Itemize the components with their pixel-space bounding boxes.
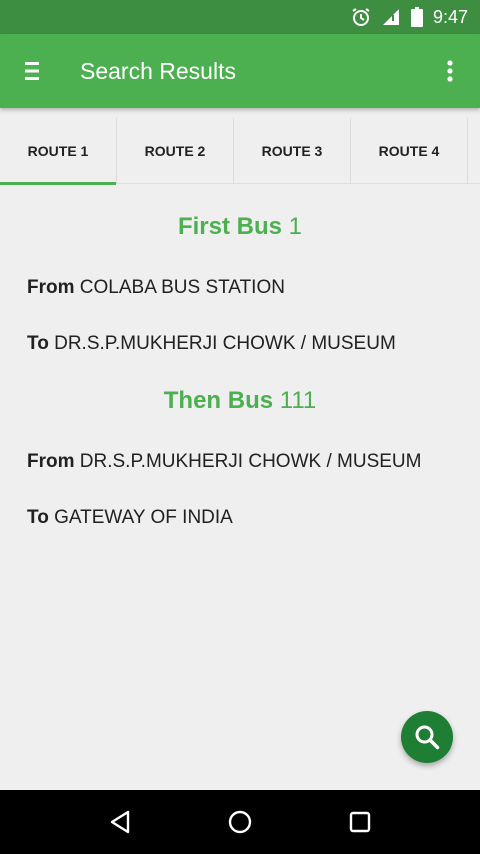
menu-icon xyxy=(25,62,39,80)
system-nav-bar xyxy=(0,790,480,854)
from-label: From xyxy=(27,277,75,298)
menu-button[interactable] xyxy=(0,34,64,108)
back-icon xyxy=(110,810,130,834)
to-stop: GATEWAY OF INDIA xyxy=(54,507,233,528)
back-button[interactable] xyxy=(100,802,140,842)
route-tabs: ROUTE 1 ROUTE 2 ROUTE 3 ROUTE 4 xyxy=(0,118,480,185)
to-label: To xyxy=(27,333,49,354)
tab-route-2[interactable]: ROUTE 2 xyxy=(117,118,234,184)
signal-icon xyxy=(381,7,401,27)
first-bus-from: From COLABA BUS STATION xyxy=(27,277,285,299)
first-bus-to: To DR.S.P.MUKHERJI CHOWK / MUSEUM xyxy=(27,333,396,355)
then-bus-to: To GATEWAY OF INDIA xyxy=(27,507,233,529)
to-label: To xyxy=(27,507,49,528)
recents-button[interactable] xyxy=(340,802,380,842)
tab-route-3[interactable]: ROUTE 3 xyxy=(234,118,351,184)
status-bar: 9:47 xyxy=(0,0,480,34)
first-bus-number: 1 xyxy=(288,213,303,240)
first-bus-heading: First Bus 1 xyxy=(0,213,480,241)
tab-route-4[interactable]: ROUTE 4 xyxy=(351,118,468,184)
recents-icon xyxy=(349,811,371,833)
from-label: From xyxy=(27,451,75,472)
app-bar: Search Results xyxy=(0,34,480,108)
search-icon xyxy=(415,725,440,750)
tab-overflow-edge xyxy=(468,118,480,184)
then-bus-heading: Then Bus 111 xyxy=(0,387,480,415)
more-vert-icon xyxy=(447,60,453,82)
home-icon xyxy=(228,810,252,834)
home-button[interactable] xyxy=(220,802,260,842)
from-stop: COLABA BUS STATION xyxy=(79,277,285,298)
from-stop: DR.S.P.MUKHERJI CHOWK / MUSEUM xyxy=(79,451,422,472)
tab-route-1[interactable]: ROUTE 1 xyxy=(0,118,117,185)
page-title: Search Results xyxy=(80,57,236,84)
overflow-menu-button[interactable] xyxy=(420,34,480,108)
search-fab[interactable] xyxy=(401,711,453,763)
status-time: 9:47 xyxy=(432,6,468,27)
then-bus-number: 111 xyxy=(279,387,317,414)
to-stop: DR.S.P.MUKHERJI CHOWK / MUSEUM xyxy=(54,333,396,354)
battery-icon xyxy=(410,7,423,27)
alarm-icon xyxy=(351,7,371,27)
then-bus-from: From DR.S.P.MUKHERJI CHOWK / MUSEUM xyxy=(27,451,421,473)
then-bus-label: Then Bus xyxy=(163,387,274,414)
first-bus-label: First Bus xyxy=(177,213,282,240)
